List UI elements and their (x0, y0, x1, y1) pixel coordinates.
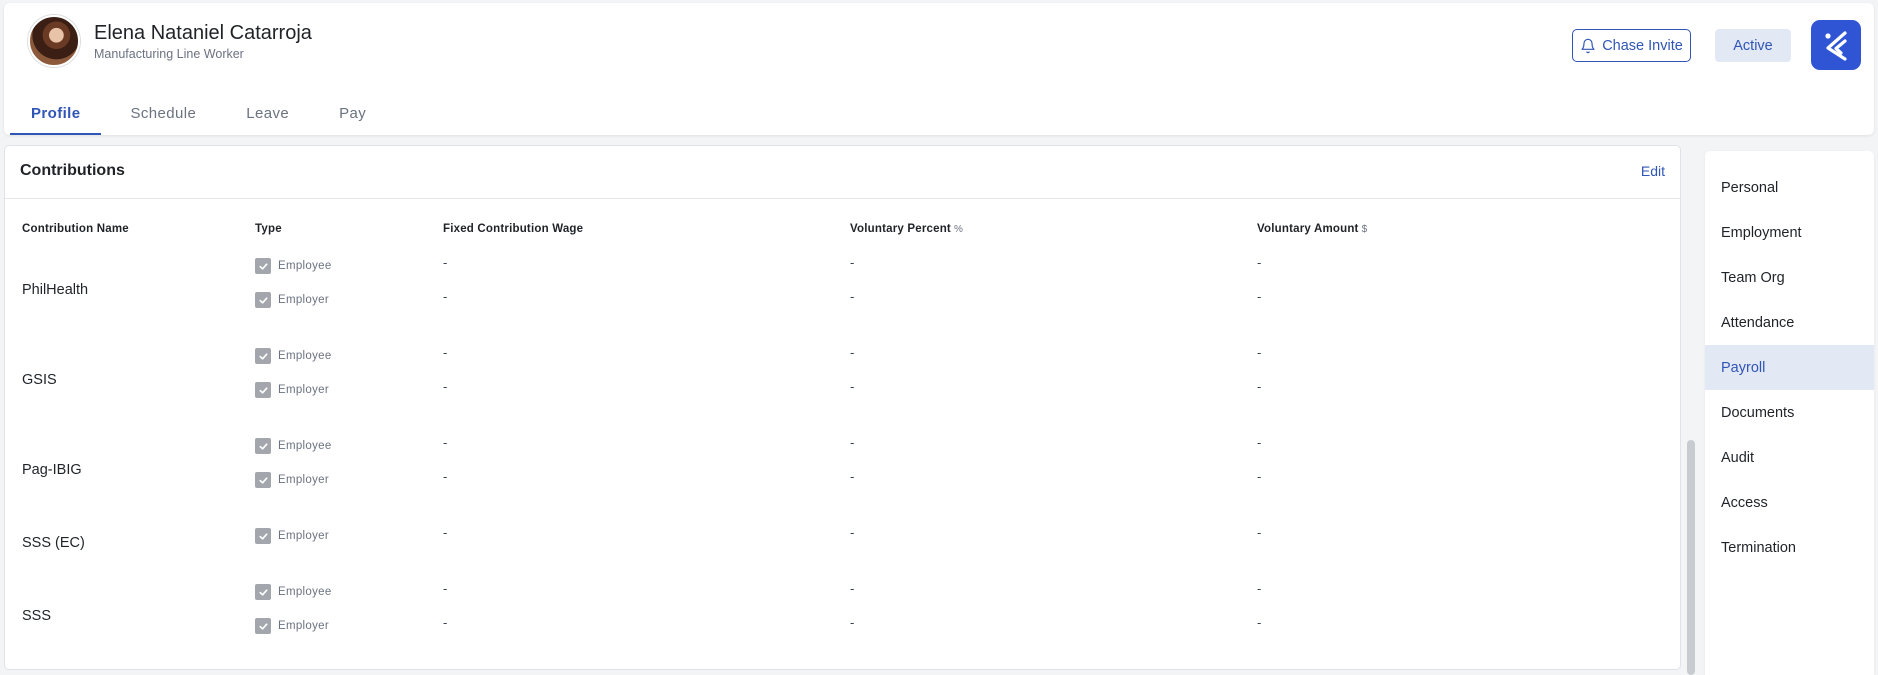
nav-item-termination[interactable]: Termination (1705, 525, 1874, 570)
type-label: Employee (278, 440, 332, 452)
voluntary-amount-value: - (1257, 469, 1262, 484)
column-header-name: Contribution Name (22, 223, 129, 235)
contribution-type: Employee (255, 438, 332, 454)
checkbox-checked-icon[interactable] (255, 382, 271, 398)
column-header-voluntary-amount: Voluntary Amount $ (1257, 223, 1367, 235)
nav-item-personal[interactable]: Personal (1705, 165, 1874, 210)
contribution-type: Employer (255, 472, 329, 488)
tab-schedule[interactable]: Schedule (109, 91, 217, 135)
bell-icon (1581, 38, 1595, 53)
contributions-header: Contributions Edit (5, 146, 1680, 199)
contribution-name: PhilHealth (22, 282, 89, 298)
contribution-type: Employer (255, 618, 329, 634)
chase-invite-label: Chase Invite (1602, 37, 1683, 54)
fixed-wage-value: - (443, 379, 448, 394)
nav-item-audit[interactable]: Audit (1705, 435, 1874, 480)
contribution-name: SSS (EC) (22, 535, 85, 551)
profile-header: Elena Nataniel Catarroja Manufacturing L… (4, 3, 1874, 135)
checkbox-checked-icon[interactable] (255, 258, 271, 274)
tab-pay[interactable]: Pay (318, 91, 387, 135)
fixed-wage-value: - (443, 345, 448, 360)
vertical-scrollbar[interactable] (1687, 440, 1695, 675)
voluntary-amount-value: - (1257, 345, 1262, 360)
edit-contributions-link[interactable]: Edit (1641, 163, 1665, 179)
nav-item-attendance[interactable]: Attendance (1705, 300, 1874, 345)
type-label: Employer (278, 384, 329, 396)
employee-name: Elena Nataniel Catarroja (94, 22, 312, 44)
voluntary-percent-label: Voluntary Percent (850, 223, 951, 235)
type-label: Employer (278, 530, 329, 542)
contribution-type: Employer (255, 528, 329, 544)
contribution-type: Employer (255, 292, 329, 308)
nav-item-access[interactable]: Access (1705, 480, 1874, 525)
fixed-wage-value: - (443, 525, 448, 540)
fixed-wage-value: - (443, 255, 448, 270)
checkbox-checked-icon[interactable] (255, 584, 271, 600)
voluntary-amount-value: - (1257, 615, 1262, 630)
contribution-name: SSS (22, 608, 52, 624)
voluntary-amount-value: - (1257, 581, 1262, 596)
checkbox-checked-icon[interactable] (255, 348, 271, 364)
voluntary-amount-value: - (1257, 525, 1262, 540)
fixed-wage-value: - (443, 469, 448, 484)
profile-tabs: Profile Schedule Leave Pay (10, 91, 395, 135)
contributions-title: Contributions (20, 162, 125, 179)
type-label: Employer (278, 474, 329, 486)
checkbox-checked-icon[interactable] (255, 438, 271, 454)
contribution-type: Employee (255, 258, 332, 274)
company-logo-icon[interactable] (1811, 20, 1861, 70)
voluntary-percent-value: - (850, 469, 855, 484)
status-badge[interactable]: Active (1715, 29, 1791, 62)
status-label: Active (1733, 37, 1773, 54)
column-header-type: Type (255, 223, 282, 235)
nav-item-documents[interactable]: Documents (1705, 390, 1874, 435)
type-label: Employee (278, 350, 332, 362)
voluntary-percent-value: - (850, 379, 855, 394)
tab-profile[interactable]: Profile (10, 91, 102, 135)
fixed-wage-value: - (443, 615, 448, 630)
contributions-card: Contributions Edit Contribution Name Typ… (4, 145, 1681, 670)
voluntary-amount-value: - (1257, 255, 1262, 270)
type-label: Employee (278, 260, 332, 272)
checkbox-checked-icon[interactable] (255, 292, 271, 308)
voluntary-amount-value: - (1257, 289, 1262, 304)
contribution-type: Employee (255, 584, 332, 600)
fixed-wage-value: - (443, 435, 448, 450)
voluntary-percent-value: - (850, 581, 855, 596)
checkbox-checked-icon[interactable] (255, 528, 271, 544)
column-header-fixed-wage: Fixed Contribution Wage (443, 223, 584, 235)
voluntary-percent-value: - (850, 615, 855, 630)
percent-unit: % (953, 224, 964, 235)
contribution-type: Employee (255, 348, 332, 364)
voluntary-amount-value: - (1257, 435, 1262, 450)
contribution-name: Pag-IBIG (22, 462, 82, 478)
voluntary-amount-value: - (1257, 379, 1262, 394)
voluntary-percent-value: - (850, 435, 855, 450)
type-label: Employer (278, 294, 329, 306)
type-label: Employee (278, 586, 332, 598)
voluntary-percent-value: - (850, 345, 855, 360)
contribution-name: GSIS (22, 372, 57, 388)
employee-job-title: Manufacturing Line Worker (94, 47, 244, 61)
contribution-type: Employer (255, 382, 329, 398)
section-nav: Personal Employment Team Org Attendance Payr… (1705, 151, 1874, 675)
checkbox-checked-icon[interactable] (255, 472, 271, 488)
checkbox-checked-icon[interactable] (255, 618, 271, 634)
tab-leave[interactable]: Leave (225, 91, 310, 135)
voluntary-percent-value: - (850, 289, 855, 304)
nav-item-employment[interactable]: Employment (1705, 210, 1874, 255)
column-header-voluntary-percent: Voluntary Percent% (850, 223, 963, 235)
nav-item-team-org[interactable]: Team Org (1705, 255, 1874, 300)
nav-item-payroll[interactable]: Payroll (1705, 345, 1874, 390)
type-label: Employer (278, 620, 329, 632)
fixed-wage-value: - (443, 581, 448, 596)
dollar-unit: $ (1361, 224, 1368, 235)
chase-invite-button[interactable]: Chase Invite (1572, 29, 1691, 62)
voluntary-percent-value: - (850, 525, 855, 540)
fixed-wage-value: - (443, 289, 448, 304)
voluntary-percent-value: - (850, 255, 855, 270)
avatar (28, 15, 80, 67)
voluntary-amount-label: Voluntary Amount (1257, 223, 1359, 235)
